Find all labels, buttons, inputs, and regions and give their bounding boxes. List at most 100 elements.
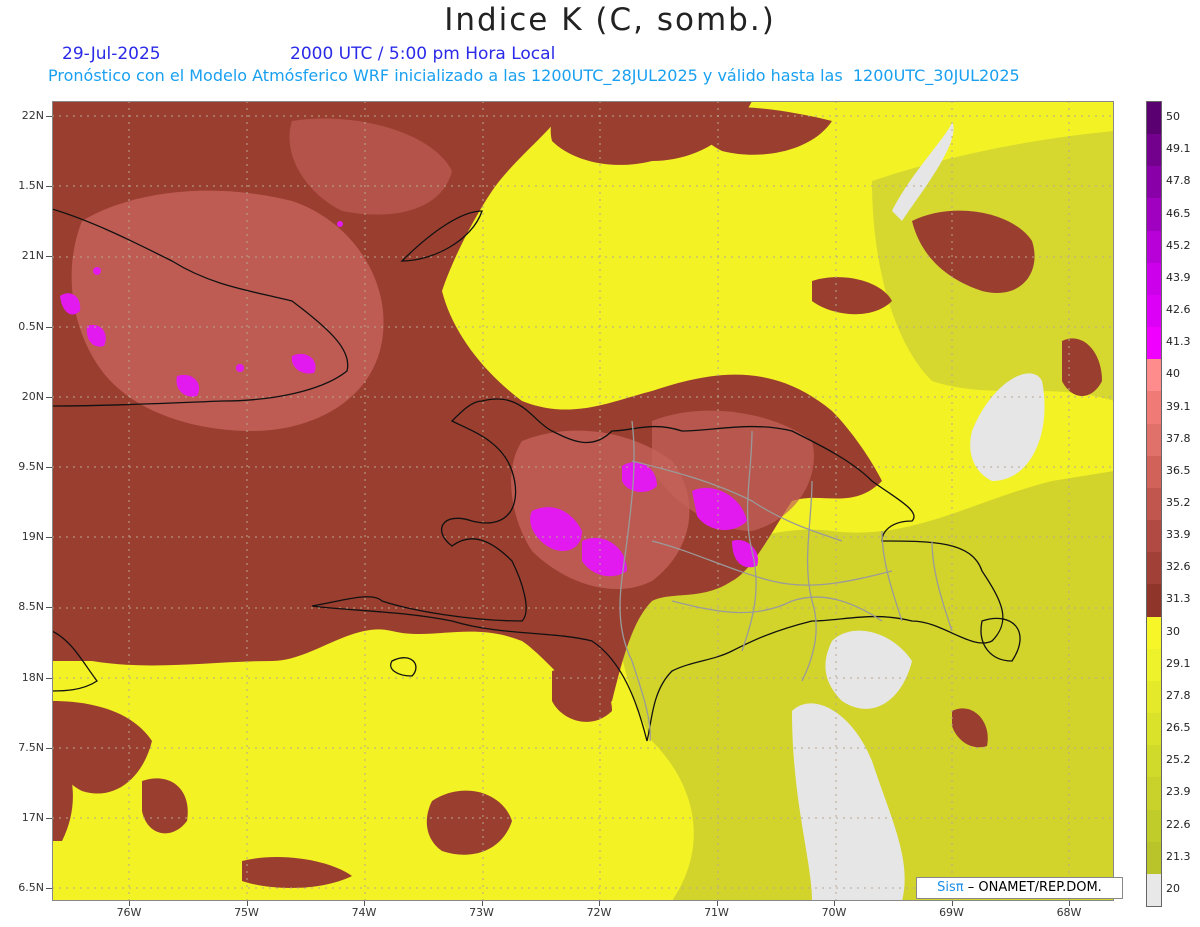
latitude-tick [46, 818, 52, 819]
magenta-cell [236, 364, 244, 372]
colorbar-segment [1147, 487, 1161, 521]
colorbar-segment [1147, 648, 1161, 682]
colorbar-segment [1147, 809, 1161, 843]
colorbar-label: 43.9 [1166, 270, 1191, 284]
longitude-tick [481, 901, 483, 906]
colorbar-label: 23.9 [1166, 785, 1191, 799]
colorbar-segment [1147, 262, 1161, 296]
colorbar-label: 30 [1166, 624, 1180, 638]
latitude-label: 7.5N [18, 740, 44, 754]
k-index-map [52, 101, 1114, 901]
forecast-date: 29-Jul-2025 [62, 44, 161, 64]
colorbar-label: 36.5 [1166, 463, 1191, 477]
longitude-label: 76W [116, 906, 142, 919]
map-title: Indice K (C, somb.) [444, 2, 776, 38]
colorbar-label: 35.2 [1166, 496, 1191, 509]
colorbar-segment [1147, 777, 1161, 811]
latitude-tick [46, 256, 52, 258]
colorbar-segment [1147, 873, 1161, 907]
magenta-cell [337, 221, 343, 227]
longitude-tick [834, 901, 835, 906]
colorbar-segment [1147, 713, 1161, 746]
valid-time: 2000 UTC / 5:00 pm Hora Local [290, 44, 556, 64]
colorbar-label: 45.2 [1166, 238, 1191, 252]
latitude-label: 0.5N [18, 319, 44, 333]
colorbar-segment [1147, 423, 1161, 457]
longitude-tick [364, 901, 365, 906]
longitude-label: 74W [351, 906, 377, 919]
colorbar-segment [1147, 294, 1161, 328]
latitude-label: 18N [21, 670, 44, 684]
latitude-tick [46, 116, 52, 117]
colorbar-label: 20 [1166, 881, 1180, 895]
latitude-label: 9.5N [18, 460, 44, 473]
colorbar-segment [1147, 520, 1161, 553]
longitude-tick [716, 901, 718, 906]
longitude-tick [246, 901, 248, 906]
colorbar-label: 29.1 [1166, 656, 1191, 670]
credit-box: Sisπ – ONAMET/REP.DOM. [916, 877, 1123, 899]
colorbar-segment [1147, 552, 1161, 585]
colorbar-label: 47.8 [1166, 174, 1191, 188]
latitude-tick [46, 186, 52, 188]
longitude-label: 70W [821, 906, 847, 919]
colorbar-label: 40 [1166, 367, 1180, 381]
longitude-tick [951, 901, 953, 906]
latitude-label: 8.5N [18, 600, 44, 614]
colorbar-label: 33.9 [1166, 528, 1191, 542]
longitude-label: 71W [704, 906, 729, 919]
colorbar-label: 32.6 [1166, 560, 1191, 574]
latitude-label: 20N [21, 389, 44, 403]
latitude-label: 6.5N [18, 881, 44, 895]
colorbar-label: 22.6 [1166, 817, 1191, 831]
colorbar-segment [1147, 584, 1161, 618]
colorbar-segment [1147, 198, 1161, 232]
sispi-logo: Sisπ [937, 880, 964, 895]
colorbar-label: 21.3 [1166, 849, 1191, 863]
latitude-label: 19N [21, 530, 44, 544]
longitude-label: 69W [939, 906, 964, 919]
colorbar-segment [1147, 455, 1161, 489]
colorbar-segment [1147, 841, 1161, 875]
colorbar-segment [1147, 359, 1161, 392]
colorbar-segment [1147, 391, 1161, 425]
latitude-tick [46, 396, 52, 398]
colorbar-label: 41.3 [1166, 335, 1191, 349]
model-description: Pronóstico con el Modelo Atmósferico WRF… [48, 66, 1020, 85]
credit-text: – ONAMET/REP.DOM. [967, 880, 1102, 895]
longitude-label: 72W [586, 906, 612, 919]
colorbar-segment [1147, 166, 1161, 199]
colorbar-label: 42.6 [1166, 303, 1191, 317]
longitude-tick [129, 901, 130, 906]
colorbar-segment [1147, 134, 1161, 167]
colorbar-segment [1147, 745, 1161, 778]
longitude-tick [1069, 901, 1070, 906]
latitude-tick [46, 607, 52, 609]
latitude-tick [46, 747, 52, 749]
latitude-label: 22N [21, 109, 44, 122]
colorbar-label: 26.5 [1166, 721, 1191, 735]
longitude-label: 73W [469, 906, 494, 919]
latitude-tick [46, 888, 52, 890]
colorbar-segment [1147, 327, 1161, 360]
magenta-cell [93, 267, 101, 275]
colorbar [1146, 101, 1162, 907]
latitude-label: 1.5N [18, 179, 44, 193]
colorbar-label: 27.8 [1166, 688, 1191, 702]
latitude-label: 17N [21, 811, 44, 824]
latitude-label: 21N [21, 249, 44, 263]
colorbar-label: 31.3 [1166, 592, 1191, 606]
colorbar-segment [1147, 616, 1161, 650]
colorbar-segment [1147, 680, 1161, 714]
latitude-tick [46, 467, 52, 468]
colorbar-segment [1147, 230, 1161, 264]
colorbar-label: 50 [1166, 110, 1180, 124]
latitude-tick [46, 326, 52, 328]
colorbar-label: 39.1 [1166, 399, 1191, 413]
longitude-tick [599, 901, 600, 906]
colorbar-label: 37.8 [1166, 431, 1191, 445]
colorbar-label: 46.5 [1166, 206, 1191, 220]
colorbar-label: 25.2 [1166, 753, 1191, 767]
latitude-tick [46, 537, 52, 539]
longitude-label: 68W [1056, 906, 1082, 919]
